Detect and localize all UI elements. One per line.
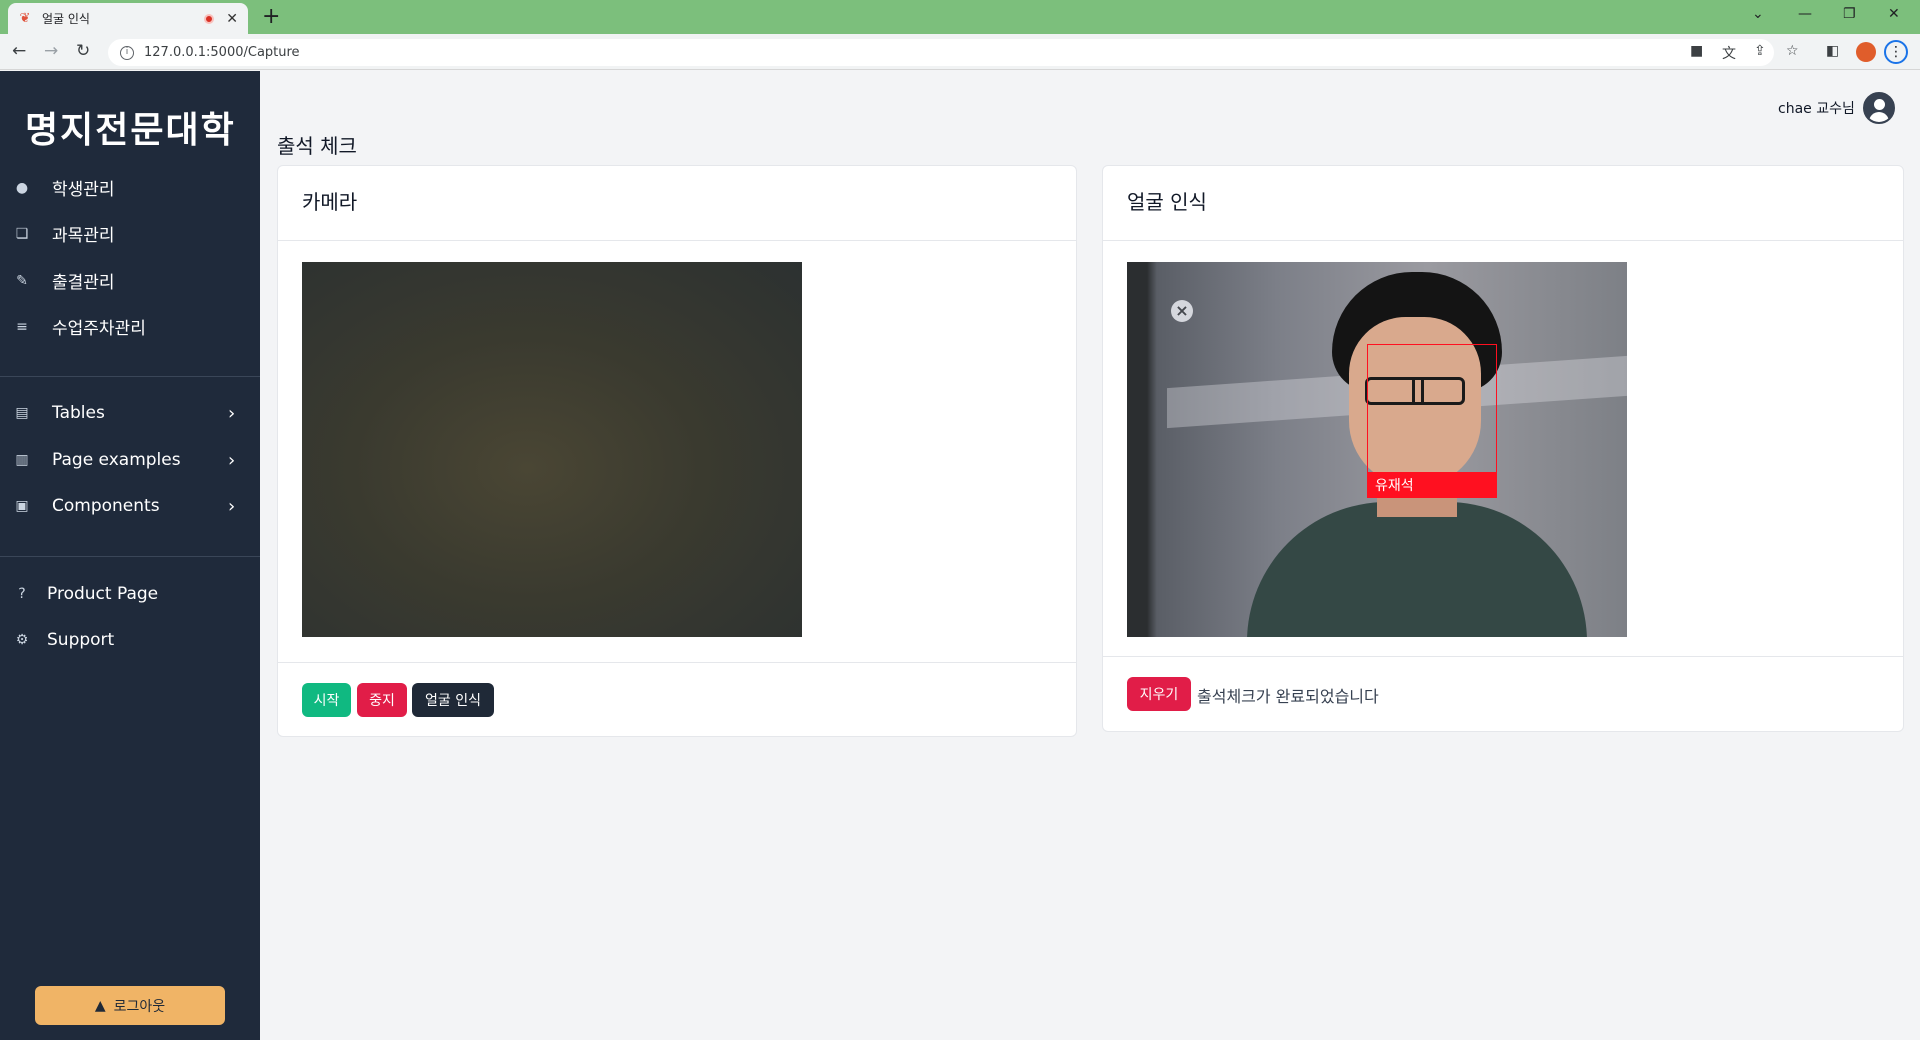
attendance-status-message: 출석체크가 완료되었습니다: [1197, 687, 1379, 706]
camera-card-title: 카메라: [278, 166, 1076, 241]
sidebar-divider: [0, 376, 260, 377]
url-text: 127.0.0.1:5000/Capture: [144, 45, 300, 60]
brand-title: 명지전문대학: [25, 110, 236, 151]
start-button[interactable]: 시작: [302, 683, 351, 717]
sidebar-item-label: Tables: [52, 403, 105, 423]
edit-icon: ✎: [16, 272, 28, 289]
site-info-icon[interactable]: i: [120, 45, 134, 60]
minimize-button[interactable]: —: [1798, 6, 1812, 22]
sidebar-item-components[interactable]: ▣ Components ›: [14, 496, 235, 517]
tab-close-icon[interactable]: ✕: [226, 11, 238, 27]
browser-menu-icon[interactable]: ⋮: [1884, 40, 1908, 64]
face-recognition-card: 얼굴 인식 × 유재석 지우기 출석체크가 완료되었습니다: [1102, 165, 1904, 732]
archive-icon: ▣: [15, 498, 29, 514]
question-icon: ?: [18, 586, 26, 602]
address-bar[interactable]: i 127.0.0.1:5000/Capture: [108, 39, 1774, 66]
sidebar-item-label: Components: [52, 496, 160, 516]
fire-icon: ▲: [94, 997, 106, 1014]
captured-face-image: × 유재석: [1127, 262, 1627, 637]
sidebar-item-label: 수업주차관리: [52, 319, 146, 339]
bookmark-star-icon[interactable]: ☆: [1786, 43, 1799, 59]
sidebar-item-product-page[interactable]: ? Product Page: [14, 584, 158, 604]
face-card-title: 얼굴 인식: [1103, 166, 1903, 241]
profile-avatar-icon[interactable]: [1856, 42, 1876, 62]
camera-icon[interactable]: ■: [1690, 43, 1703, 59]
tab-search-icon[interactable]: ⌄: [1752, 6, 1764, 22]
chevron-right-icon: ›: [228, 449, 236, 471]
sidebar-item-label: 과목관리: [52, 226, 115, 246]
chevron-right-icon: ›: [228, 495, 236, 517]
browser-tab-bar: ❦ 얼굴 인식 ✕ + ⌄ — ❐ ✕: [0, 0, 1920, 34]
sidebar-item-weeks[interactable]: ≡ 수업주차관리: [14, 314, 146, 340]
logout-label: 로그아웃: [113, 998, 166, 1015]
user-name: chae 교수님: [1778, 101, 1855, 117]
translate-icon[interactable]: 文: [1722, 43, 1736, 63]
detected-name-label: 유재석: [1367, 472, 1497, 498]
face-recognize-button[interactable]: 얼굴 인식: [412, 683, 494, 717]
sidebar-item-courses[interactable]: ❏ 과목관리: [14, 221, 115, 247]
logout-button[interactable]: ▲ 로그아웃: [35, 986, 225, 1025]
forward-arrow-icon[interactable]: →: [44, 41, 58, 61]
sidebar-item-tables[interactable]: ▤ Tables ›: [14, 403, 235, 424]
new-tab-button[interactable]: +: [262, 4, 280, 29]
list-icon: ≡: [16, 318, 28, 335]
sidebar: 명지전문대학 ● 학생관리 ❏ 과목관리 ✎ 출결관리 ≡ 수업주차관리 ▤ T…: [0, 71, 260, 1040]
restore-button[interactable]: ❐: [1843, 6, 1856, 22]
camera-video-feed: [302, 262, 802, 637]
recording-indicator-icon: [204, 13, 215, 24]
sidebar-item-attendance[interactable]: ✎ 출결관리: [14, 268, 115, 294]
card-divider: [1103, 656, 1903, 657]
avatar[interactable]: [1862, 92, 1895, 124]
window-close-button[interactable]: ✕: [1888, 6, 1900, 22]
user-menu[interactable]: chae 교수님: [1778, 92, 1895, 124]
face-bounding-box: [1367, 344, 1497, 474]
camera-card: 카메라 시작 중지 얼굴 인식: [277, 165, 1077, 737]
close-icon: ×: [1171, 300, 1193, 322]
flask-favicon-icon: ❦: [19, 10, 31, 26]
card-divider: [278, 662, 1076, 663]
table-icon: ▤: [15, 405, 29, 421]
sidebar-item-page-examples[interactable]: ▥ Page examples ›: [14, 450, 235, 471]
browser-tab[interactable]: ❦ 얼굴 인식 ✕: [8, 3, 248, 34]
user-icon: ●: [15, 179, 29, 196]
stop-button[interactable]: 중지: [357, 683, 407, 717]
copy-icon: ❏: [15, 225, 29, 242]
page-title: 출석 체크: [277, 134, 357, 158]
browser-toolbar: ← → ↻ i 127.0.0.1:5000/Capture ■ 文 ⇪ ☆ ◧…: [0, 34, 1920, 70]
tab-title: 얼굴 인식: [42, 12, 90, 26]
side-panel-icon[interactable]: ◧: [1826, 43, 1839, 59]
sidebar-item-label: Support: [47, 630, 115, 650]
page-icon: ▥: [15, 452, 29, 468]
gear-icon: ⚙: [15, 632, 29, 648]
sidebar-item-label: Page examples: [52, 450, 181, 470]
reload-icon[interactable]: ↻: [76, 41, 90, 61]
sidebar-item-label: 출결관리: [52, 273, 115, 293]
back-arrow-icon[interactable]: ←: [12, 41, 26, 61]
share-icon[interactable]: ⇪: [1754, 43, 1766, 59]
chevron-right-icon: ›: [228, 402, 236, 424]
sidebar-divider: [0, 556, 260, 557]
sidebar-item-label: Product Page: [47, 584, 159, 604]
sidebar-item-students[interactable]: ● 학생관리: [14, 175, 115, 201]
sidebar-item-label: 학생관리: [52, 180, 115, 200]
clear-button[interactable]: 지우기: [1127, 677, 1191, 711]
sidebar-item-support[interactable]: ⚙ Support: [14, 630, 114, 650]
